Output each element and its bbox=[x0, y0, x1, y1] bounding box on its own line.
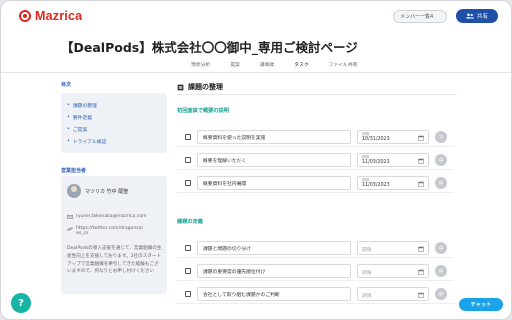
task-row: 会社として取り組む課題かのご判断 期限 中 bbox=[177, 284, 453, 304]
assignee-avatar[interactable]: 中 bbox=[435, 177, 447, 189]
list-icon bbox=[177, 84, 184, 90]
app-window: Mazrica メンバー一覧4 共有 【DealPods】株式会社〇〇御中_専用… bbox=[0, 0, 512, 320]
member-list-select[interactable]: メンバー一覧4 bbox=[393, 10, 447, 23]
sales-rep-name: マツリカ 竹中 蔵聖 bbox=[85, 189, 129, 195]
share-button[interactable]: 共有 bbox=[456, 9, 498, 23]
toc-item-trial[interactable]: トライアル検証 bbox=[67, 135, 161, 147]
task-checkbox[interactable] bbox=[185, 134, 191, 140]
task-group-heading: 課題の定義 bbox=[177, 219, 203, 225]
due-date-field[interactable]: 期限 bbox=[357, 241, 429, 255]
task-row: 概要を理解いただく 期限 11/03/2023 中 bbox=[177, 150, 453, 170]
task-checkbox[interactable] bbox=[185, 291, 191, 297]
task-title-field[interactable]: 概要を理解いただく bbox=[197, 153, 351, 167]
mail-icon bbox=[67, 215, 73, 219]
share-button-label: 共有 bbox=[476, 14, 488, 20]
sales-rep-description: DealPodsの導入支援を通じて、営業組織の生産性向上を支援しております。2社… bbox=[67, 246, 162, 275]
task-checkbox[interactable] bbox=[185, 245, 191, 251]
avatar bbox=[67, 184, 81, 198]
task-title-field[interactable]: 概要資料を使った説明を実施 bbox=[197, 130, 351, 144]
section-divider bbox=[177, 94, 457, 95]
mazrica-logo[interactable]: Mazrica bbox=[19, 9, 82, 23]
help-button[interactable]: ? bbox=[11, 293, 31, 313]
sidebar: 目次 課題の整理 要件定義 ご提案 トライアル検証 営業担当者 マツリカ 竹中 … bbox=[61, 81, 167, 294]
due-date-field[interactable]: 期限 bbox=[357, 264, 429, 278]
task-title-field[interactable]: 概要資料を社内展開 bbox=[197, 176, 351, 190]
calendar-icon bbox=[418, 292, 424, 298]
task-row: 課題の重要度の優先順位付け 期限 中 bbox=[177, 261, 453, 281]
link-icon bbox=[67, 227, 73, 231]
sales-rep-email-row: ryusei.takenaka@mazrica.com bbox=[67, 214, 147, 220]
toc-item-proposal[interactable]: ご提案 bbox=[67, 123, 161, 135]
toc-item-requirements[interactable]: 要件定義 bbox=[67, 111, 161, 123]
task-row: 概要資料を社内展開 期限 11/03/2023 中 bbox=[177, 173, 453, 193]
sales-rep-heading: 営業担当者 bbox=[61, 168, 87, 174]
assignee-avatar[interactable]: 中 bbox=[435, 265, 447, 277]
due-date-field[interactable]: 期限 11/03/2023 bbox=[357, 176, 429, 190]
toc-item-issues[interactable]: 課題の整理 bbox=[67, 99, 161, 111]
logo-text: Mazrica bbox=[35, 9, 83, 23]
due-date-field[interactable]: 期限 bbox=[357, 287, 429, 301]
sales-rep-email[interactable]: ryusei.takenaka@mazrica.com bbox=[76, 214, 147, 219]
due-date-field[interactable]: 期限 11/03/2023 bbox=[357, 153, 429, 167]
assignee-avatar[interactable]: 中 bbox=[435, 154, 447, 166]
page-title: 【DealPods】株式会社〇〇御中_専用ご検討ページ bbox=[61, 40, 358, 55]
sales-rep-url[interactable]: https://twitter.com/dragonsai es_cs bbox=[76, 226, 143, 236]
calendar-icon bbox=[418, 269, 424, 275]
section-title-text: 課題の整理 bbox=[188, 83, 223, 91]
task-checkbox[interactable] bbox=[185, 268, 191, 274]
task-title-field[interactable]: 会社として取り組む課題かのご判断 bbox=[197, 287, 351, 301]
table-of-contents: 課題の整理 要件定義 ご提案 トライアル検証 bbox=[61, 93, 167, 153]
task-checkbox[interactable] bbox=[185, 180, 191, 186]
assignee-avatar[interactable]: 中 bbox=[435, 242, 447, 254]
task-row: 課題と問題の切り分け 期限 中 bbox=[177, 238, 453, 258]
section-title: 課題の整理 bbox=[177, 82, 223, 92]
logo-mark-icon bbox=[19, 10, 31, 22]
due-date-field[interactable]: 期限 10/31/2023 bbox=[357, 130, 429, 144]
tabs-divider bbox=[1, 72, 511, 73]
calendar-icon bbox=[418, 158, 424, 164]
calendar-icon bbox=[418, 135, 424, 141]
task-row: 概要資料を使った説明を実施 期限 10/31/2023 マ bbox=[177, 127, 453, 147]
assignee-avatar[interactable]: 中 bbox=[435, 288, 447, 300]
task-title-field[interactable]: 課題と問題の切り分け bbox=[197, 241, 351, 255]
top-bar: Mazrica メンバー一覧4 共有 bbox=[1, 1, 511, 31]
calendar-icon bbox=[418, 246, 424, 252]
task-checkbox[interactable] bbox=[185, 157, 191, 163]
chat-button[interactable]: チャット bbox=[459, 298, 503, 311]
users-icon bbox=[465, 13, 474, 19]
task-title-field[interactable]: 課題の重要度の優先順位付け bbox=[197, 264, 351, 278]
calendar-icon bbox=[418, 181, 424, 187]
sales-rep-link-row: https://twitter.com/dragonsai es_cs bbox=[67, 226, 143, 236]
toc-heading: 目次 bbox=[61, 82, 72, 88]
task-group-heading: 初回面談で概要の説明 bbox=[177, 108, 229, 114]
assignee-avatar[interactable]: マ bbox=[435, 131, 447, 143]
sales-rep-card: マツリカ 竹中 蔵聖 ryusei.takenaka@mazrica.com h… bbox=[61, 176, 167, 294]
